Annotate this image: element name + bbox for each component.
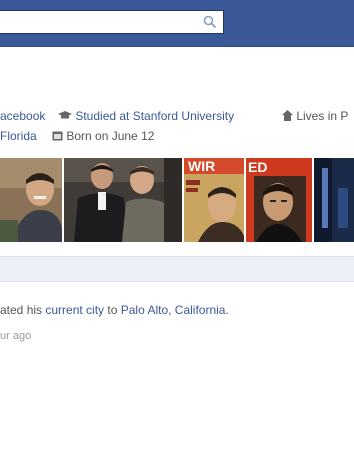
activity-story: ated his current city to Palo Alto, Cali… <box>0 303 354 317</box>
palo-alto-link[interactable]: Palo Alto, California <box>121 303 226 317</box>
born-text: Born on June 12 <box>66 129 155 143</box>
work-link[interactable]: acebook <box>0 106 45 126</box>
tab-band <box>0 256 354 282</box>
photo-strip: WIR ED <box>0 158 354 242</box>
studied-item: Studied at Stanford University <box>58 106 234 126</box>
from-city-link[interactable]: Florida <box>0 126 37 146</box>
calendar-icon <box>52 131 63 141</box>
story-prefix: ated his <box>0 303 46 317</box>
photo-thumbnail-2[interactable] <box>64 158 182 242</box>
photo-thumbnail-3[interactable]: WIR <box>184 158 244 242</box>
current-city-link[interactable]: current city <box>45 303 104 317</box>
lives-item: Lives in P <box>282 106 348 126</box>
profile-info-section: acebook Studied at Stanford University L… <box>0 106 354 146</box>
lives-text: Lives in P <box>296 109 349 123</box>
search-box[interactable] <box>0 10 224 34</box>
home-icon <box>282 110 293 121</box>
story-timestamp[interactable]: ur ago <box>0 330 31 342</box>
studied-text: Studied at Stanford University <box>75 109 235 123</box>
top-navigation-bar <box>0 0 354 47</box>
svg-text:ED: ED <box>248 159 267 175</box>
search-input[interactable] <box>1 13 195 33</box>
photo-thumbnail-5[interactable] <box>314 158 354 242</box>
born-item: Born on June 12 <box>52 126 154 146</box>
story-suffix: . <box>225 303 229 317</box>
story-middle: to <box>104 303 121 317</box>
education-icon <box>58 111 72 119</box>
info-row-2: Florida Born on June 12 <box>0 126 354 146</box>
photo-thumbnail-4[interactable]: ED <box>246 158 312 242</box>
photo-thumbnail-1[interactable] <box>0 158 62 242</box>
svg-text:WIR: WIR <box>188 158 215 174</box>
search-icon[interactable] <box>203 15 217 29</box>
info-row-1: acebook Studied at Stanford University L… <box>0 106 354 126</box>
